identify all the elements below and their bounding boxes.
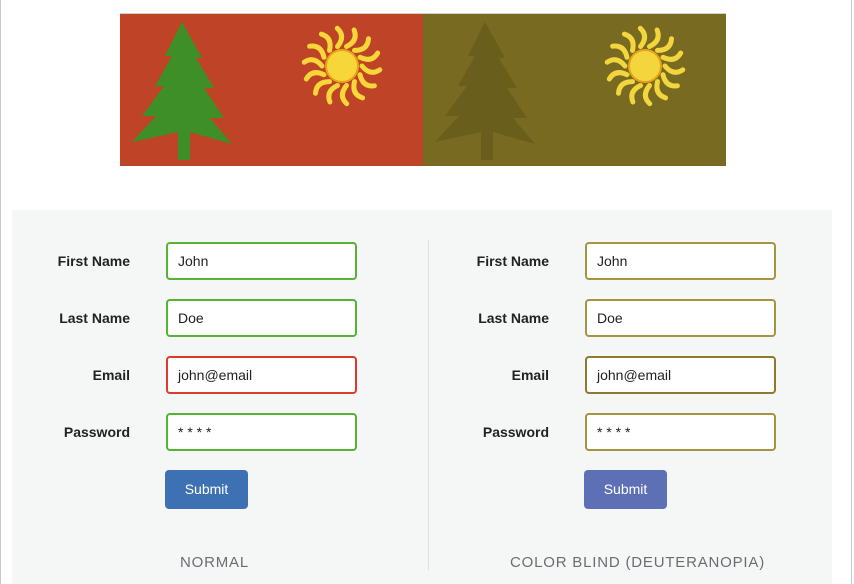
illustration-deuteranopia xyxy=(423,14,726,166)
password-label: Password xyxy=(63,424,130,440)
password-input[interactable]: * * * * xyxy=(585,413,776,451)
panel-divider xyxy=(428,240,429,570)
email-label: Email xyxy=(92,367,130,383)
last-name-input[interactable]: Doe xyxy=(166,299,357,337)
email-input[interactable]: john@email xyxy=(166,356,357,394)
submit-button[interactable]: Submit xyxy=(584,470,667,509)
caption-normal: NORMAL xyxy=(180,554,249,571)
comparison-illustration xyxy=(120,13,726,166)
email-label: Email xyxy=(511,367,549,383)
first-name-input[interactable]: John xyxy=(585,242,776,280)
first-name-input[interactable]: John xyxy=(166,242,357,280)
last-name-input[interactable]: Doe xyxy=(585,299,776,337)
caption-deuteranopia: COLOR BLIND (DEUTERANOPIA) xyxy=(510,554,765,571)
last-name-label: Last Name xyxy=(478,310,549,326)
email-input[interactable]: john@email xyxy=(585,356,776,394)
first-name-label: First Name xyxy=(476,253,549,269)
password-input[interactable]: * * * * xyxy=(166,413,357,451)
illustration-normal xyxy=(120,14,423,166)
last-name-label: Last Name xyxy=(59,310,130,326)
password-label: Password xyxy=(482,424,549,440)
first-name-label: First Name xyxy=(57,253,130,269)
submit-button[interactable]: Submit xyxy=(165,470,248,509)
